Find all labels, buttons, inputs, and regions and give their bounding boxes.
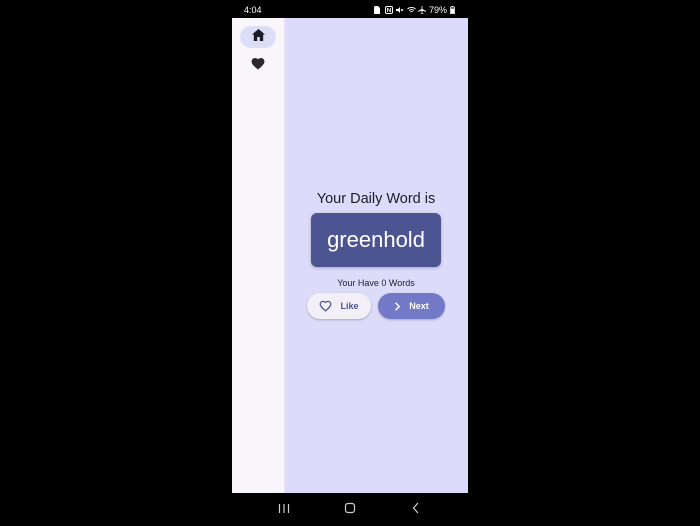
nfc-icon <box>384 6 393 14</box>
recents-icon <box>278 501 290 519</box>
system-navigation-bar <box>232 493 468 526</box>
navigation-rail <box>232 18 285 493</box>
phone-screen: 4:04 79% Your Daily Word is greenhold Yo… <box>232 0 468 526</box>
mute-icon <box>395 6 404 14</box>
heart-outline-icon <box>319 300 332 312</box>
back-icon <box>412 501 420 519</box>
like-button[interactable]: Like <box>307 293 371 319</box>
system-home-button[interactable] <box>341 501 359 519</box>
chevron-right-icon <box>394 301 401 311</box>
heart-icon <box>251 57 265 75</box>
next-label: Next <box>409 301 429 311</box>
wifi-icon <box>407 6 416 14</box>
status-bar: 4:04 79% <box>232 0 468 18</box>
home-circle-icon <box>344 501 356 519</box>
daily-word-heading: Your Daily Word is <box>316 191 436 207</box>
back-button[interactable] <box>407 501 425 519</box>
main-content: Your Daily Word is greenhold Your Have 0… <box>284 18 468 493</box>
recents-button[interactable] <box>275 501 293 519</box>
battery-percent: 79% <box>428 5 447 15</box>
rail-item-home[interactable] <box>240 26 276 48</box>
rail-item-favorites[interactable] <box>240 55 276 77</box>
sim-icon <box>373 6 382 14</box>
daily-word: greenhold <box>327 227 425 252</box>
battery-icon <box>450 6 458 14</box>
like-label: Like <box>340 301 359 311</box>
status-icons: 79% <box>373 5 458 15</box>
word-card: greenhold <box>311 213 441 267</box>
airplane-icon <box>417 6 426 14</box>
next-button[interactable]: Next <box>378 293 445 319</box>
app-screen: Your Daily Word is greenhold Your Have 0… <box>232 18 468 493</box>
home-icon <box>251 28 265 46</box>
word-count-text: Your Have 0 Words <box>337 278 415 288</box>
status-time: 4:04 <box>244 5 262 15</box>
